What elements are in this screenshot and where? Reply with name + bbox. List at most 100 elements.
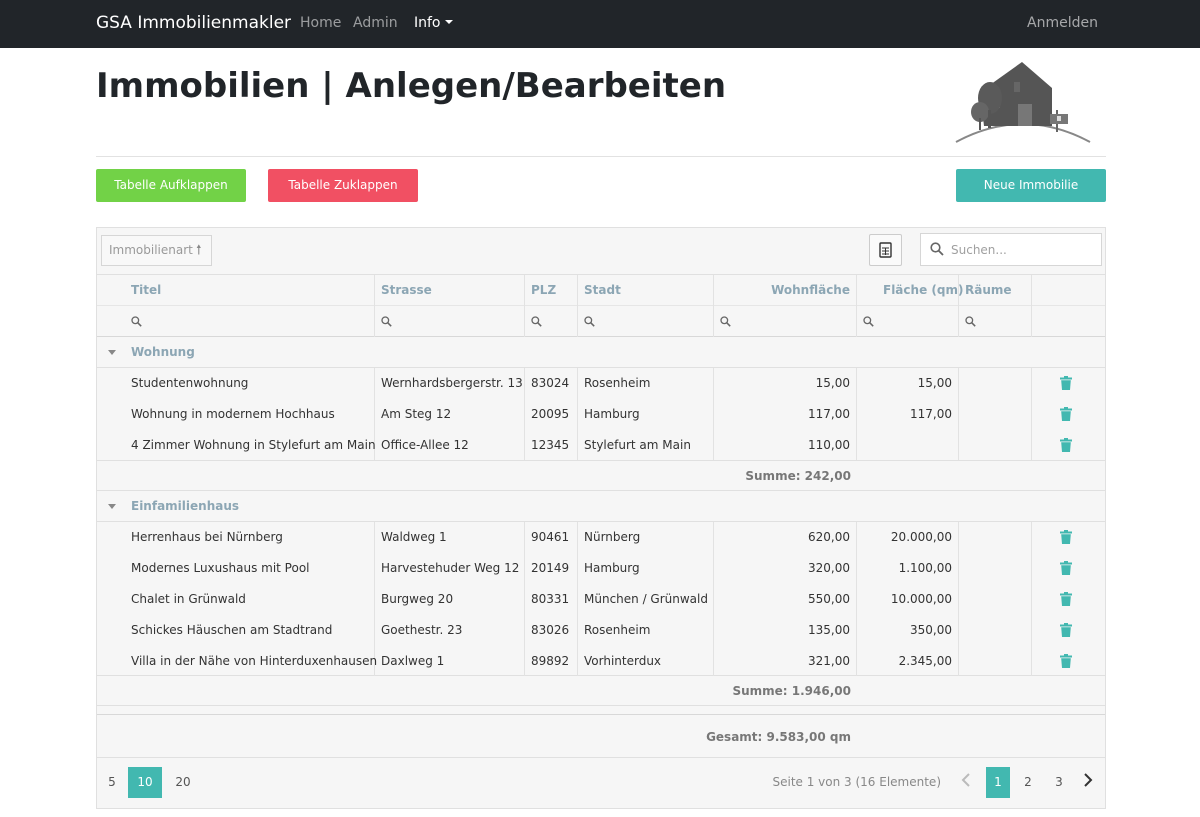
group-by-chip[interactable]: Immobilienart 🠕 bbox=[101, 235, 212, 266]
trash-icon[interactable] bbox=[1060, 561, 1072, 575]
table-row[interactable]: Villa in der Nähe von Hinterduxenhausen D… bbox=[97, 646, 1105, 677]
table-row[interactable]: Modernes Luxushaus mit Pool Harvestehuder… bbox=[97, 553, 1105, 584]
column-header-strasse[interactable]: Strasse bbox=[381, 275, 432, 305]
nav-admin[interactable]: Admin bbox=[353, 15, 398, 31]
cell-wohnflaeche: 135,00 bbox=[808, 623, 850, 637]
group-summary-row: Summe: 242,00 bbox=[97, 460, 1105, 491]
column-divider bbox=[856, 275, 857, 337]
nav-info-dropdown[interactable]: Info bbox=[414, 15, 453, 31]
column-divider bbox=[524, 275, 525, 337]
group-summary: Summe: 1.946,00 bbox=[732, 684, 851, 698]
column-divider bbox=[958, 275, 959, 337]
cell-plz: 83024 bbox=[531, 376, 570, 390]
column-divider bbox=[713, 275, 714, 337]
trash-icon[interactable] bbox=[1060, 438, 1072, 452]
cell-stadt: München / Grünwald bbox=[584, 592, 708, 606]
table-row[interactable]: Schickes Häuschen am Stadtrand Goethestr.… bbox=[97, 615, 1105, 646]
column-header-titel[interactable]: Titel bbox=[131, 275, 161, 305]
cell-stadt: Rosenheim bbox=[584, 376, 651, 390]
trash-icon[interactable] bbox=[1060, 623, 1072, 637]
cell-plz: 83026 bbox=[531, 623, 570, 637]
trash-icon[interactable] bbox=[1060, 376, 1072, 390]
cell-stadt: Vorhinterdux bbox=[584, 654, 662, 668]
collapse-triangle-icon[interactable] bbox=[108, 350, 116, 355]
cell-strasse: Office-Allee 12 bbox=[381, 438, 469, 452]
filter-row bbox=[97, 306, 1105, 337]
page-size-20[interactable]: 20 bbox=[169, 767, 197, 798]
next-page-button[interactable] bbox=[1077, 767, 1099, 798]
page-2[interactable]: 2 bbox=[1016, 767, 1040, 798]
trash-icon[interactable] bbox=[1060, 530, 1072, 544]
export-excel-button[interactable] bbox=[869, 234, 902, 266]
filter-search-icon[interactable] bbox=[584, 316, 595, 327]
filter-search-icon[interactable] bbox=[131, 316, 142, 327]
table-row[interactable]: 4 Zimmer Wohnung in Stylefurt am Main Off… bbox=[97, 430, 1105, 461]
cell-plz: 12345 bbox=[531, 438, 570, 452]
cell-titel: Wohnung in modernem Hochhaus bbox=[131, 407, 335, 421]
cell-wohnflaeche: 117,00 bbox=[808, 407, 850, 421]
page-size-5[interactable]: 5 bbox=[101, 767, 123, 798]
cell-strasse: Am Steg 12 bbox=[381, 407, 452, 421]
expand-table-button[interactable]: Tabelle Aufklappen bbox=[96, 169, 246, 202]
nav-info-label: Info bbox=[414, 15, 441, 31]
column-header-plz[interactable]: PLZ bbox=[531, 275, 556, 305]
chevron-down-icon bbox=[444, 20, 453, 24]
cell-plz: 90461 bbox=[531, 530, 570, 544]
cell-strasse: Goethestr. 23 bbox=[381, 623, 463, 637]
table-row[interactable]: Studentenwohnung Wernhardsbergerstr. 13 83… bbox=[97, 368, 1105, 399]
page-3[interactable]: 3 bbox=[1047, 767, 1071, 798]
column-header-flaeche[interactable]: Fläche (qm) bbox=[883, 275, 963, 305]
cell-plz: 80331 bbox=[531, 592, 570, 606]
cell-strasse: Daxlweg 1 bbox=[381, 654, 445, 668]
filter-search-icon[interactable] bbox=[720, 316, 731, 327]
property-grid: Immobilienart 🠕 Titel Strasse PLZ Stadt bbox=[96, 227, 1106, 809]
filter-search-icon[interactable] bbox=[965, 316, 976, 327]
cell-wohnflaeche: 320,00 bbox=[808, 561, 850, 575]
nav-home[interactable]: Home bbox=[300, 15, 341, 31]
column-header-wohnflaeche[interactable]: Wohnfläche bbox=[714, 275, 850, 305]
pager: 5 10 20 Seite 1 von 3 (16 Elemente) 1 2 … bbox=[97, 758, 1105, 808]
page-1[interactable]: 1 bbox=[986, 767, 1010, 798]
cell-plz: 89892 bbox=[531, 654, 570, 668]
search-input[interactable] bbox=[951, 240, 1097, 260]
column-header-raeume[interactable]: Räume bbox=[965, 275, 1012, 305]
cell-strasse: Harvestehuder Weg 12 bbox=[381, 561, 520, 575]
collapse-table-button[interactable]: Tabelle Zuklappen bbox=[268, 169, 418, 202]
collapse-triangle-icon[interactable] bbox=[108, 504, 116, 509]
table-row[interactable]: Herrenhaus bei Nürnberg Waldweg 1 90461 Nür… bbox=[97, 522, 1105, 553]
cell-titel: Chalet in Grünwald bbox=[131, 592, 246, 606]
grand-total: Gesamt: 9.583,00 qm bbox=[706, 730, 851, 744]
trash-icon[interactable] bbox=[1060, 592, 1072, 606]
trash-icon[interactable] bbox=[1060, 654, 1072, 668]
group-row[interactable]: Wohnung bbox=[97, 337, 1105, 368]
column-header-row: Titel Strasse PLZ Stadt Wohnfläche Fläch… bbox=[97, 275, 1105, 306]
trash-icon[interactable] bbox=[1060, 407, 1072, 421]
column-divider bbox=[1031, 275, 1032, 337]
group-label: Wohnung bbox=[131, 345, 195, 359]
login-link[interactable]: Anmelden bbox=[1027, 15, 1098, 31]
table-row[interactable]: Wohnung in modernem Hochhaus Am Steg 12 20… bbox=[97, 399, 1105, 430]
new-property-button[interactable]: Neue Immobilie bbox=[956, 169, 1106, 202]
cell-flaeche: 117,00 bbox=[910, 407, 952, 421]
cell-titel: Studentenwohnung bbox=[131, 376, 249, 390]
house-logo-icon bbox=[955, 62, 1091, 143]
search-box[interactable] bbox=[920, 233, 1102, 266]
table-row[interactable]: Chalet in Grünwald Burgweg 20 80331 München… bbox=[97, 584, 1105, 615]
prev-page-button[interactable] bbox=[955, 767, 977, 798]
navbar: GSA Immobilienmakler Home Admin Info Anm… bbox=[0, 0, 1200, 48]
filter-search-icon[interactable] bbox=[531, 316, 542, 327]
cell-strasse: Burgweg 20 bbox=[381, 592, 454, 606]
brand-link[interactable]: GSA Immobilienmakler bbox=[96, 13, 291, 33]
search-icon bbox=[930, 242, 944, 256]
sort-ascending-icon[interactable]: 🠕 bbox=[196, 236, 202, 265]
filter-search-icon[interactable] bbox=[863, 316, 874, 327]
excel-export-icon bbox=[879, 242, 892, 258]
page-size-10[interactable]: 10 bbox=[128, 767, 162, 798]
group-row[interactable]: Einfamilienhaus bbox=[97, 491, 1105, 522]
filter-search-icon[interactable] bbox=[381, 316, 392, 327]
cell-titel: Modernes Luxushaus mit Pool bbox=[131, 561, 310, 575]
cell-stadt: Hamburg bbox=[584, 561, 640, 575]
column-header-stadt[interactable]: Stadt bbox=[584, 275, 621, 305]
cell-titel: Schickes Häuschen am Stadtrand bbox=[131, 623, 333, 637]
cell-strasse: Wernhardsbergerstr. 13 bbox=[381, 376, 523, 390]
